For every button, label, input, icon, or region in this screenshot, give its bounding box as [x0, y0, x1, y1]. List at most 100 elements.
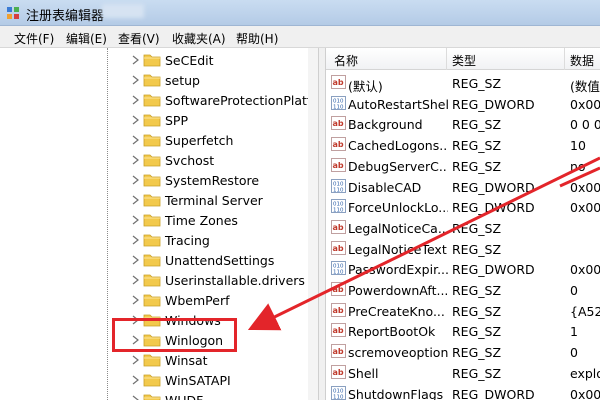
expand-arrow-icon[interactable] — [132, 275, 140, 285]
expand-arrow-icon[interactable] — [132, 115, 140, 125]
svg-text:ab: ab — [333, 368, 344, 377]
value-type: REG_SZ — [452, 365, 502, 381]
value-type: REG_DWORD — [452, 179, 535, 195]
value-data: explo — [570, 365, 600, 381]
column-header-data[interactable]: 数据 — [570, 52, 594, 69]
title-bar: 注册表编辑器 — [0, 0, 600, 26]
value-row[interactable]: ab LegalNoticeText REG_SZ — [326, 238, 600, 259]
expand-arrow-icon[interactable] — [132, 135, 140, 145]
tree-item-label: SeCEdit — [165, 53, 214, 68]
value-row[interactable]: 010110DisableCAD REG_DWORD 0x000 — [326, 176, 600, 197]
value-row[interactable]: ab PowerdownAft... REG_SZ 0 — [326, 279, 600, 300]
column-divider[interactable] — [446, 48, 447, 70]
tree-scrollbar[interactable] — [308, 48, 318, 400]
expand-arrow-icon[interactable] — [132, 175, 140, 185]
tree-item-label: UnattendSettings — [165, 253, 275, 268]
value-row[interactable]: ab LegalNoticeCa... REG_SZ — [326, 217, 600, 238]
column-divider[interactable] — [564, 48, 565, 70]
tree-item-label: SoftwareProtectionPlatfo — [165, 93, 318, 108]
expand-arrow-icon[interactable] — [132, 355, 140, 365]
expand-arrow-icon[interactable] — [132, 155, 140, 165]
expand-arrow-icon[interactable] — [132, 375, 140, 385]
value-data: 0 — [570, 283, 578, 298]
string-value-icon: ab — [331, 344, 346, 359]
tree-item-label: Terminal Server — [165, 193, 263, 208]
expand-arrow-icon[interactable] — [132, 215, 140, 225]
tree-item-label: Superfetch — [165, 133, 234, 148]
value-data: 0x000 — [570, 200, 600, 216]
tree-item[interactable]: WinSATAPI — [0, 370, 318, 390]
folder-icon — [143, 274, 161, 287]
value-row[interactable]: ab PreCreateKno... REG_SZ {A520 — [326, 300, 600, 321]
menu-file[interactable]: 文件(F) — [14, 30, 54, 47]
tree-item[interactable]: UnattendSettings — [0, 250, 318, 270]
tree-item[interactable]: Time Zones — [0, 210, 318, 230]
expand-arrow-icon[interactable] — [132, 195, 140, 205]
value-name: Background — [348, 117, 423, 133]
value-name: AutoRestartShell — [348, 96, 448, 112]
tree-item[interactable]: SystemRestore — [0, 170, 318, 190]
value-row[interactable]: 010110ShutdownFlags REG_DWORD 0x000 — [326, 383, 600, 400]
tree-item[interactable]: Winsat — [0, 350, 318, 370]
value-type: REG_DWORD — [452, 386, 535, 400]
tree-item-label: Svchost — [165, 153, 215, 168]
tree-item[interactable]: WUDF — [0, 390, 318, 400]
expand-arrow-icon[interactable] — [132, 255, 140, 265]
tree-item[interactable]: SoftwareProtectionPlatfo — [0, 90, 318, 110]
value-row[interactable]: ab Shell REG_SZ explo — [326, 362, 600, 383]
svg-text:ab: ab — [333, 285, 344, 294]
expand-arrow-icon[interactable] — [132, 95, 140, 105]
value-type: REG_SZ — [452, 303, 502, 319]
value-row[interactable]: ab (默认) REG_SZ (数值 — [326, 72, 600, 94]
string-value-icon: ab — [331, 116, 346, 131]
tree-item[interactable]: Superfetch — [0, 130, 318, 150]
pane-splitter[interactable] — [318, 48, 326, 400]
tree-item[interactable]: SPP — [0, 110, 318, 130]
value-type: REG_SZ — [452, 117, 502, 133]
value-type: REG_SZ — [452, 324, 502, 340]
value-data: 0x000 — [570, 96, 600, 112]
value-row[interactable]: ab DebugServerC... REG_SZ no — [326, 155, 600, 176]
string-value-icon: ab — [331, 137, 346, 152]
svg-text:ab: ab — [333, 326, 344, 335]
tree-item[interactable]: setup — [0, 70, 318, 90]
expand-arrow-icon[interactable] — [132, 55, 140, 65]
value-row[interactable]: 010110AutoRestartShellREG_DWORD 0x000 — [326, 93, 600, 114]
folder-icon — [143, 354, 161, 367]
value-row[interactable]: 010110ForceUnlockLo...REG_DWORD 0x000 — [326, 196, 600, 217]
registry-value-list[interactable]: 名称 类型 数据 ab (默认) REG_SZ (数值 010 110 AutoRestar… — [326, 48, 600, 400]
expand-arrow-icon[interactable] — [132, 395, 140, 400]
expand-arrow-icon[interactable] — [132, 235, 140, 245]
value-name: Shell — [348, 365, 379, 381]
menu-favorites[interactable]: 收藏夹(A) — [172, 30, 226, 47]
string-value-icon: ab — [331, 302, 346, 317]
tree-item-label: Tracing — [165, 233, 210, 248]
tree-item[interactable]: Terminal Server — [0, 190, 318, 210]
expand-arrow-icon[interactable] — [132, 75, 140, 85]
menu-bar: 文件(F) 编辑(E) 查看(V) 收藏夹(A) 帮助(H) — [0, 26, 600, 48]
value-data: no — [570, 158, 586, 174]
menu-edit[interactable]: 编辑(E) — [66, 30, 107, 47]
tree-item-label: Time Zones — [165, 213, 238, 228]
value-row[interactable]: ab scremoveoption REG_SZ 0 — [326, 341, 600, 362]
value-row[interactable]: ab Background REG_SZ 0 0 0 — [326, 113, 600, 134]
column-header-name[interactable]: 名称 — [334, 52, 358, 69]
tree-item[interactable]: Userinstallable.drivers — [0, 270, 318, 290]
value-data: 10 — [570, 138, 586, 154]
value-type: REG_DWORD — [452, 262, 535, 278]
value-row[interactable]: ab CachedLogons... REG_SZ 10 — [326, 134, 600, 155]
value-row[interactable]: 010110PasswordExpir...REG_DWORD 0x000 — [326, 258, 600, 279]
value-type: REG_DWORD — [452, 96, 535, 112]
column-header-type[interactable]: 类型 — [452, 52, 476, 69]
menu-help[interactable]: 帮助(H) — [236, 30, 278, 47]
tree-item[interactable]: Svchost — [0, 150, 318, 170]
svg-text:ab: ab — [333, 161, 344, 170]
value-row[interactable]: ab ReportBootOk REG_SZ 1 — [326, 320, 600, 341]
tree-item-label: WbemPerf — [165, 293, 230, 308]
tree-item[interactable]: Tracing — [0, 230, 318, 250]
tree-item[interactable]: WbemPerf — [0, 290, 318, 310]
value-name: PreCreateKno... — [348, 303, 445, 319]
tree-item[interactable]: SeCEdit — [0, 50, 318, 70]
menu-view[interactable]: 查看(V) — [118, 30, 160, 47]
expand-arrow-icon[interactable] — [132, 295, 140, 305]
